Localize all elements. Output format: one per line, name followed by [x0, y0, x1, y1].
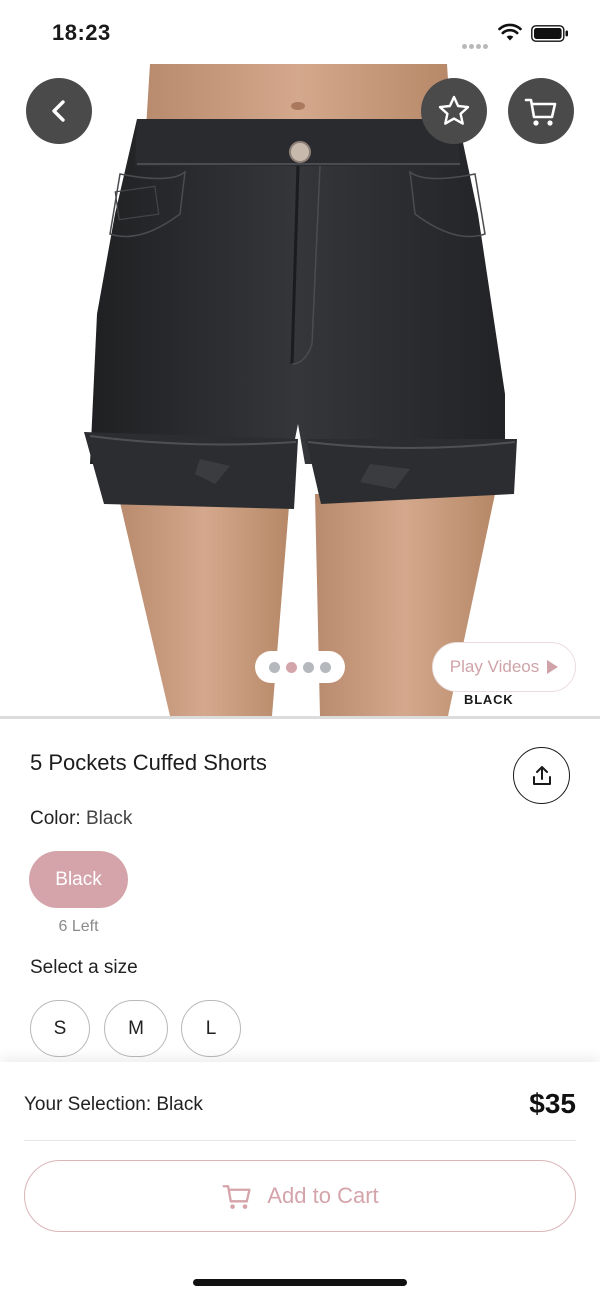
play-icon	[547, 660, 559, 674]
carousel-pager[interactable]	[255, 651, 345, 683]
size-button-l[interactable]: L	[181, 1000, 241, 1057]
color-label-value: Black	[85, 808, 133, 829]
star-icon	[438, 95, 470, 125]
share-icon	[532, 765, 551, 785]
price: $35	[529, 1088, 576, 1119]
product-image-carousel[interactable]: Play Videos BLACK	[0, 64, 600, 716]
stock-count: 6 Left	[58, 918, 99, 935]
status-time: 18:23	[52, 20, 111, 45]
play-videos-label: Play Videos	[449, 657, 540, 676]
pager-dot[interactable]	[303, 661, 314, 673]
home-indicator[interactable]	[193, 1279, 407, 1286]
divider	[0, 716, 600, 719]
pager-dot[interactable]	[269, 661, 280, 673]
add-to-cart-label: Add to Cart	[267, 1183, 379, 1208]
selection-summary: Your Selection: Black	[24, 1094, 203, 1115]
divider	[24, 1140, 576, 1141]
color-label: Color: Black	[30, 808, 132, 830]
back-button[interactable]	[26, 78, 92, 144]
wifi-icon	[498, 23, 522, 41]
size-button-m[interactable]: M	[104, 1000, 168, 1057]
pager-dot[interactable]	[320, 661, 331, 673]
image-color-caption: BLACK	[464, 692, 514, 707]
status-bar: 18:23	[0, 0, 600, 64]
size-label: Select a size	[30, 957, 138, 978]
chevron-left-icon	[52, 100, 65, 122]
product-photo	[84, 64, 517, 716]
battery-icon	[531, 25, 568, 42]
cart-icon	[222, 1185, 251, 1209]
cart-icon	[524, 98, 557, 126]
color-swatch-black[interactable]: Black	[29, 851, 128, 908]
product-title: 5 Pockets Cuffed Shorts	[30, 750, 267, 775]
play-videos-button[interactable]: Play Videos	[432, 642, 576, 692]
cart-button[interactable]	[508, 78, 574, 144]
size-button-s[interactable]: S	[30, 1000, 90, 1057]
add-to-cart-button[interactable]: Add to Cart	[24, 1160, 576, 1232]
signal-icon	[462, 36, 490, 54]
pager-dot-active[interactable]	[286, 661, 297, 673]
color-label-key: Color:	[30, 808, 81, 829]
favorite-button[interactable]	[421, 78, 487, 144]
share-button[interactable]	[513, 747, 570, 804]
